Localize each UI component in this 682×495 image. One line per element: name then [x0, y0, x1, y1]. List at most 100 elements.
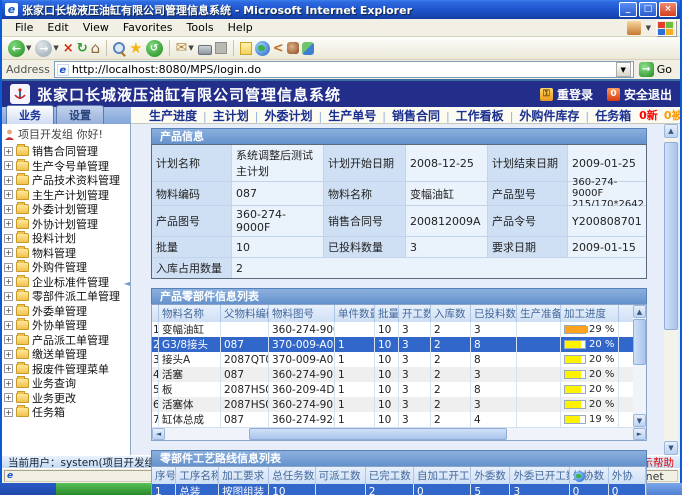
expand-plus-icon[interactable]: +	[4, 248, 13, 257]
column-header[interactable]: 可派工数	[316, 467, 366, 484]
column-header[interactable]: 入库数	[431, 305, 471, 322]
sidebar-item[interactable]: +产品技术资料管理	[4, 173, 130, 188]
column-header[interactable]: 工序名称	[176, 467, 219, 484]
scroll-right-icon[interactable]: ►	[633, 428, 646, 440]
back-button[interactable]: ←▼	[8, 40, 32, 57]
forward-button[interactable]: →▼	[35, 40, 59, 57]
sidebar-item[interactable]: +主生产计划管理	[4, 188, 130, 203]
nav-item[interactable]: 销售合同	[388, 109, 444, 123]
sidebar-item[interactable]: +产品派工单管理	[4, 333, 130, 348]
menu-item-file[interactable]: File	[8, 21, 40, 34]
expand-plus-icon[interactable]: +	[4, 364, 13, 373]
toolbar-extra-icon[interactable]	[627, 21, 641, 35]
stop-icon[interactable]: ×	[63, 40, 74, 57]
column-header[interactable]: 总任务数	[269, 467, 315, 484]
column-header[interactable]: 已投料数	[471, 305, 517, 322]
column-header[interactable]: 父物料编码	[221, 305, 269, 322]
table-row[interactable]: 1总装按图组装10205300	[152, 484, 646, 495]
sidebar-item[interactable]: +销售合同管理	[4, 144, 130, 159]
home-icon[interactable]: ⌂	[91, 40, 101, 57]
address-url[interactable]: http://localhost:8080/MPS/login.do	[72, 63, 261, 76]
expand-plus-icon[interactable]: +	[4, 277, 13, 286]
tab-settings[interactable]: 设置	[56, 105, 104, 124]
expand-plus-icon[interactable]: +	[4, 335, 13, 344]
sidebar-item[interactable]: +生产令号单管理	[4, 159, 130, 174]
maximize-button[interactable]: □	[639, 2, 657, 17]
expand-plus-icon[interactable]: +	[4, 350, 13, 359]
menu-item-edit[interactable]: Edit	[40, 21, 75, 34]
parts-vertical-scrollbar[interactable]: ▲ ▼	[633, 305, 646, 427]
nav-item[interactable]: 生产进度	[145, 109, 201, 123]
expand-plus-icon[interactable]: +	[4, 292, 13, 301]
discuss-icon[interactable]	[240, 42, 252, 55]
tab-business[interactable]: 业务	[6, 105, 54, 124]
column-header[interactable]: 生产准备	[517, 305, 561, 322]
menu-item-help[interactable]: Help	[221, 21, 260, 34]
nav-item[interactable]: 工作看板	[452, 109, 508, 123]
sidebar-item[interactable]: +业务更改	[4, 391, 130, 406]
sidebar-item[interactable]: +外协计划管理	[4, 217, 130, 232]
column-header[interactable]	[152, 305, 159, 322]
expand-plus-icon[interactable]: +	[4, 263, 13, 272]
expand-plus-icon[interactable]: +	[4, 205, 13, 214]
table-row[interactable]: 6活塞体2087HS002360-274-9011W11032320 %	[152, 397, 633, 412]
edit-icon[interactable]	[215, 42, 227, 54]
search-icon[interactable]	[113, 42, 126, 55]
logout-button[interactable]: 0 安全退出	[607, 86, 672, 103]
print-icon[interactable]	[198, 42, 212, 55]
table-row[interactable]: 7缸体总成087360-274-9200F11032419 %	[152, 412, 633, 427]
messenger-icon[interactable]	[302, 42, 314, 55]
parts-horizontal-scrollbar[interactable]: ◄ ►	[152, 427, 646, 440]
expand-plus-icon[interactable]: +	[4, 306, 13, 315]
expand-plus-icon[interactable]: +	[4, 321, 13, 330]
minimize-button[interactable]: _	[619, 2, 637, 17]
expand-plus-icon[interactable]: +	[4, 234, 13, 243]
sidebar-item[interactable]: +业务查询	[4, 376, 130, 391]
mail-icon[interactable]: ✉▼	[176, 40, 195, 57]
column-header[interactable]: 加工进度	[561, 305, 619, 322]
scroll-thumb[interactable]	[249, 428, 506, 440]
nav-item[interactable]: 任务箱	[591, 109, 635, 123]
expand-plus-icon[interactable]: +	[4, 393, 13, 402]
table-row[interactable]: 1变幅油缸360-274-9000F1032329 %	[152, 322, 633, 337]
column-header[interactable]: 已完工数	[366, 467, 414, 484]
nav-item[interactable]: 外委计划	[260, 109, 316, 123]
sidebar-item[interactable]: +外购件管理	[4, 260, 130, 275]
nav-item[interactable]: 外购件库存	[515, 109, 583, 123]
table-row[interactable]: 5板2087HS002360-209-4D01011032820 %	[152, 382, 633, 397]
back-dropdown-icon[interactable]: ▼	[26, 44, 31, 52]
scroll-thumb[interactable]	[664, 142, 678, 330]
table-row[interactable]: 4活塞087360-274-9010F11032320 %	[152, 367, 633, 382]
column-header[interactable]: 开工数	[399, 305, 431, 322]
close-button[interactable]: ×	[659, 2, 677, 17]
chevron-down-icon[interactable]: ▼	[646, 24, 651, 32]
scroll-thumb[interactable]	[633, 319, 646, 365]
sidebar-item[interactable]: +投料计划	[4, 231, 130, 246]
scroll-left-icon[interactable]: ◄	[152, 428, 165, 440]
menu-item-tools[interactable]: Tools	[180, 21, 221, 34]
menu-item-favorites[interactable]: Favorites	[116, 21, 180, 34]
expand-plus-icon[interactable]: +	[4, 147, 13, 156]
refresh-icon[interactable]: ↻	[77, 40, 88, 57]
scroll-up-icon[interactable]: ▲	[664, 124, 678, 138]
column-header[interactable]: 序号	[152, 467, 176, 484]
sidebar-item[interactable]: +外委单管理	[4, 304, 130, 319]
column-header[interactable]: 外委数	[471, 467, 510, 484]
sidebar-item[interactable]: +缴送单管理	[4, 347, 130, 362]
column-header[interactable]: 单件数量	[335, 305, 375, 322]
column-header[interactable]: 外协	[609, 467, 646, 484]
history-icon[interactable]: ↺	[146, 40, 163, 57]
scroll-down-icon[interactable]: ▼	[633, 414, 646, 427]
research-icon[interactable]	[287, 42, 299, 54]
nav-item[interactable]: 主计划	[209, 109, 253, 123]
table-row[interactable]: 2G3/8接头087370-009-A084011032820 %	[152, 337, 633, 352]
address-input[interactable]: e http://localhost:8080/MPS/login.do ▼	[54, 61, 634, 78]
relogin-button[interactable]: ⚿ 重登录	[540, 86, 593, 103]
nav-item[interactable]: 生产单号	[324, 109, 380, 123]
column-header[interactable]: 加工要求	[219, 467, 269, 484]
column-header[interactable]: 物料名称	[159, 305, 221, 322]
table-row[interactable]: 3接头A2087QT002370-009-A085011032820 %	[152, 352, 633, 367]
page-vertical-scrollbar[interactable]: ▲ ▼	[664, 124, 678, 455]
expand-plus-icon[interactable]: +	[4, 176, 13, 185]
msn-icon[interactable]: <	[273, 41, 284, 56]
